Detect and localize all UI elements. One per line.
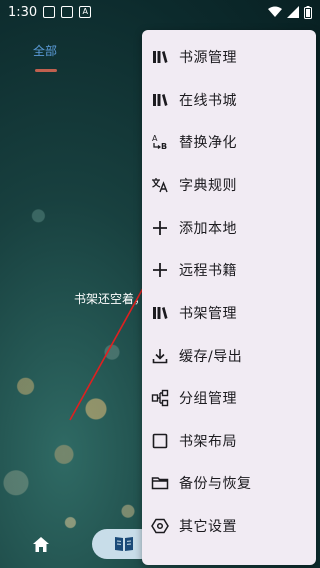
menu-item-label: 替换净化 bbox=[179, 135, 237, 151]
menu-item-remote-books[interactable]: 远程书籍 bbox=[142, 249, 316, 291]
plus-icon bbox=[150, 260, 170, 280]
menu-item-label: 分组管理 bbox=[179, 391, 237, 407]
bookshelf-icon bbox=[150, 47, 170, 67]
status-bar: 1:30 A bbox=[0, 0, 320, 24]
menu-item-backup-restore[interactable]: 备份与恢复 bbox=[142, 462, 316, 504]
a-notification-icon: A bbox=[79, 6, 92, 18]
folder-icon bbox=[150, 473, 170, 493]
image-notification-icon bbox=[61, 6, 74, 18]
bookshelf-icon bbox=[150, 303, 170, 323]
menu-item-book-source[interactable]: 书源管理 bbox=[142, 36, 316, 78]
download-icon bbox=[150, 346, 170, 366]
menu-item-add-local[interactable]: 添加本地 bbox=[142, 207, 316, 249]
settings-hexagon-icon bbox=[150, 516, 170, 536]
tab-indicator bbox=[35, 69, 57, 72]
menu-item-group-management[interactable]: 分组管理 bbox=[142, 377, 316, 419]
svg-text:B: B bbox=[161, 142, 167, 151]
overflow-menu: 书源管理 在线书城 A B 替换净化 字典规则 添加本地 远程书籍 书架管理 缓… bbox=[142, 30, 316, 565]
signal-icon bbox=[287, 6, 299, 18]
menu-item-other-settings[interactable]: 其它设置 bbox=[142, 505, 316, 547]
nav-home-button[interactable] bbox=[30, 534, 52, 556]
bookshelf-icon bbox=[150, 90, 170, 110]
battery-icon bbox=[304, 5, 312, 19]
group-icon bbox=[150, 388, 170, 408]
tab-all[interactable]: 全部 bbox=[33, 42, 57, 59]
home-icon bbox=[33, 537, 49, 552]
menu-item-dictionary-rules[interactable]: 字典规则 bbox=[142, 164, 316, 206]
menu-item-label: 在线书城 bbox=[179, 93, 237, 109]
menu-item-label: 缓存/导出 bbox=[179, 349, 243, 365]
menu-item-label: 书架管理 bbox=[179, 306, 237, 322]
menu-item-label: 字典规则 bbox=[179, 178, 237, 194]
bottom-navigation bbox=[0, 525, 156, 565]
empty-shelf-message: 书架还空着， bbox=[74, 292, 147, 306]
menu-item-label: 其它设置 bbox=[179, 519, 237, 535]
menu-item-label: 备份与恢复 bbox=[179, 476, 252, 492]
menu-item-label: 书源管理 bbox=[179, 50, 237, 66]
menu-item-online-store[interactable]: 在线书城 bbox=[142, 79, 316, 121]
book-icon bbox=[115, 537, 133, 551]
menu-item-shelf-layout[interactable]: 书架布局 bbox=[142, 420, 316, 462]
menu-item-label: 书架布局 bbox=[179, 434, 237, 450]
notification-icon bbox=[43, 6, 56, 18]
svg-text:A: A bbox=[152, 134, 158, 143]
translate-icon bbox=[150, 175, 170, 195]
replace-icon: A B bbox=[150, 132, 170, 152]
menu-item-cache-export[interactable]: 缓存/导出 bbox=[142, 335, 316, 377]
menu-item-replace-purify[interactable]: A B 替换净化 bbox=[142, 121, 316, 163]
menu-item-shelf-management[interactable]: 书架管理 bbox=[142, 292, 316, 334]
wifi-icon bbox=[268, 6, 282, 17]
status-time: 1:30 bbox=[8, 4, 38, 20]
layout-square-icon bbox=[150, 431, 170, 451]
menu-item-label: 远程书籍 bbox=[179, 263, 237, 279]
plus-icon bbox=[150, 218, 170, 238]
menu-item-label: 添加本地 bbox=[179, 221, 237, 237]
